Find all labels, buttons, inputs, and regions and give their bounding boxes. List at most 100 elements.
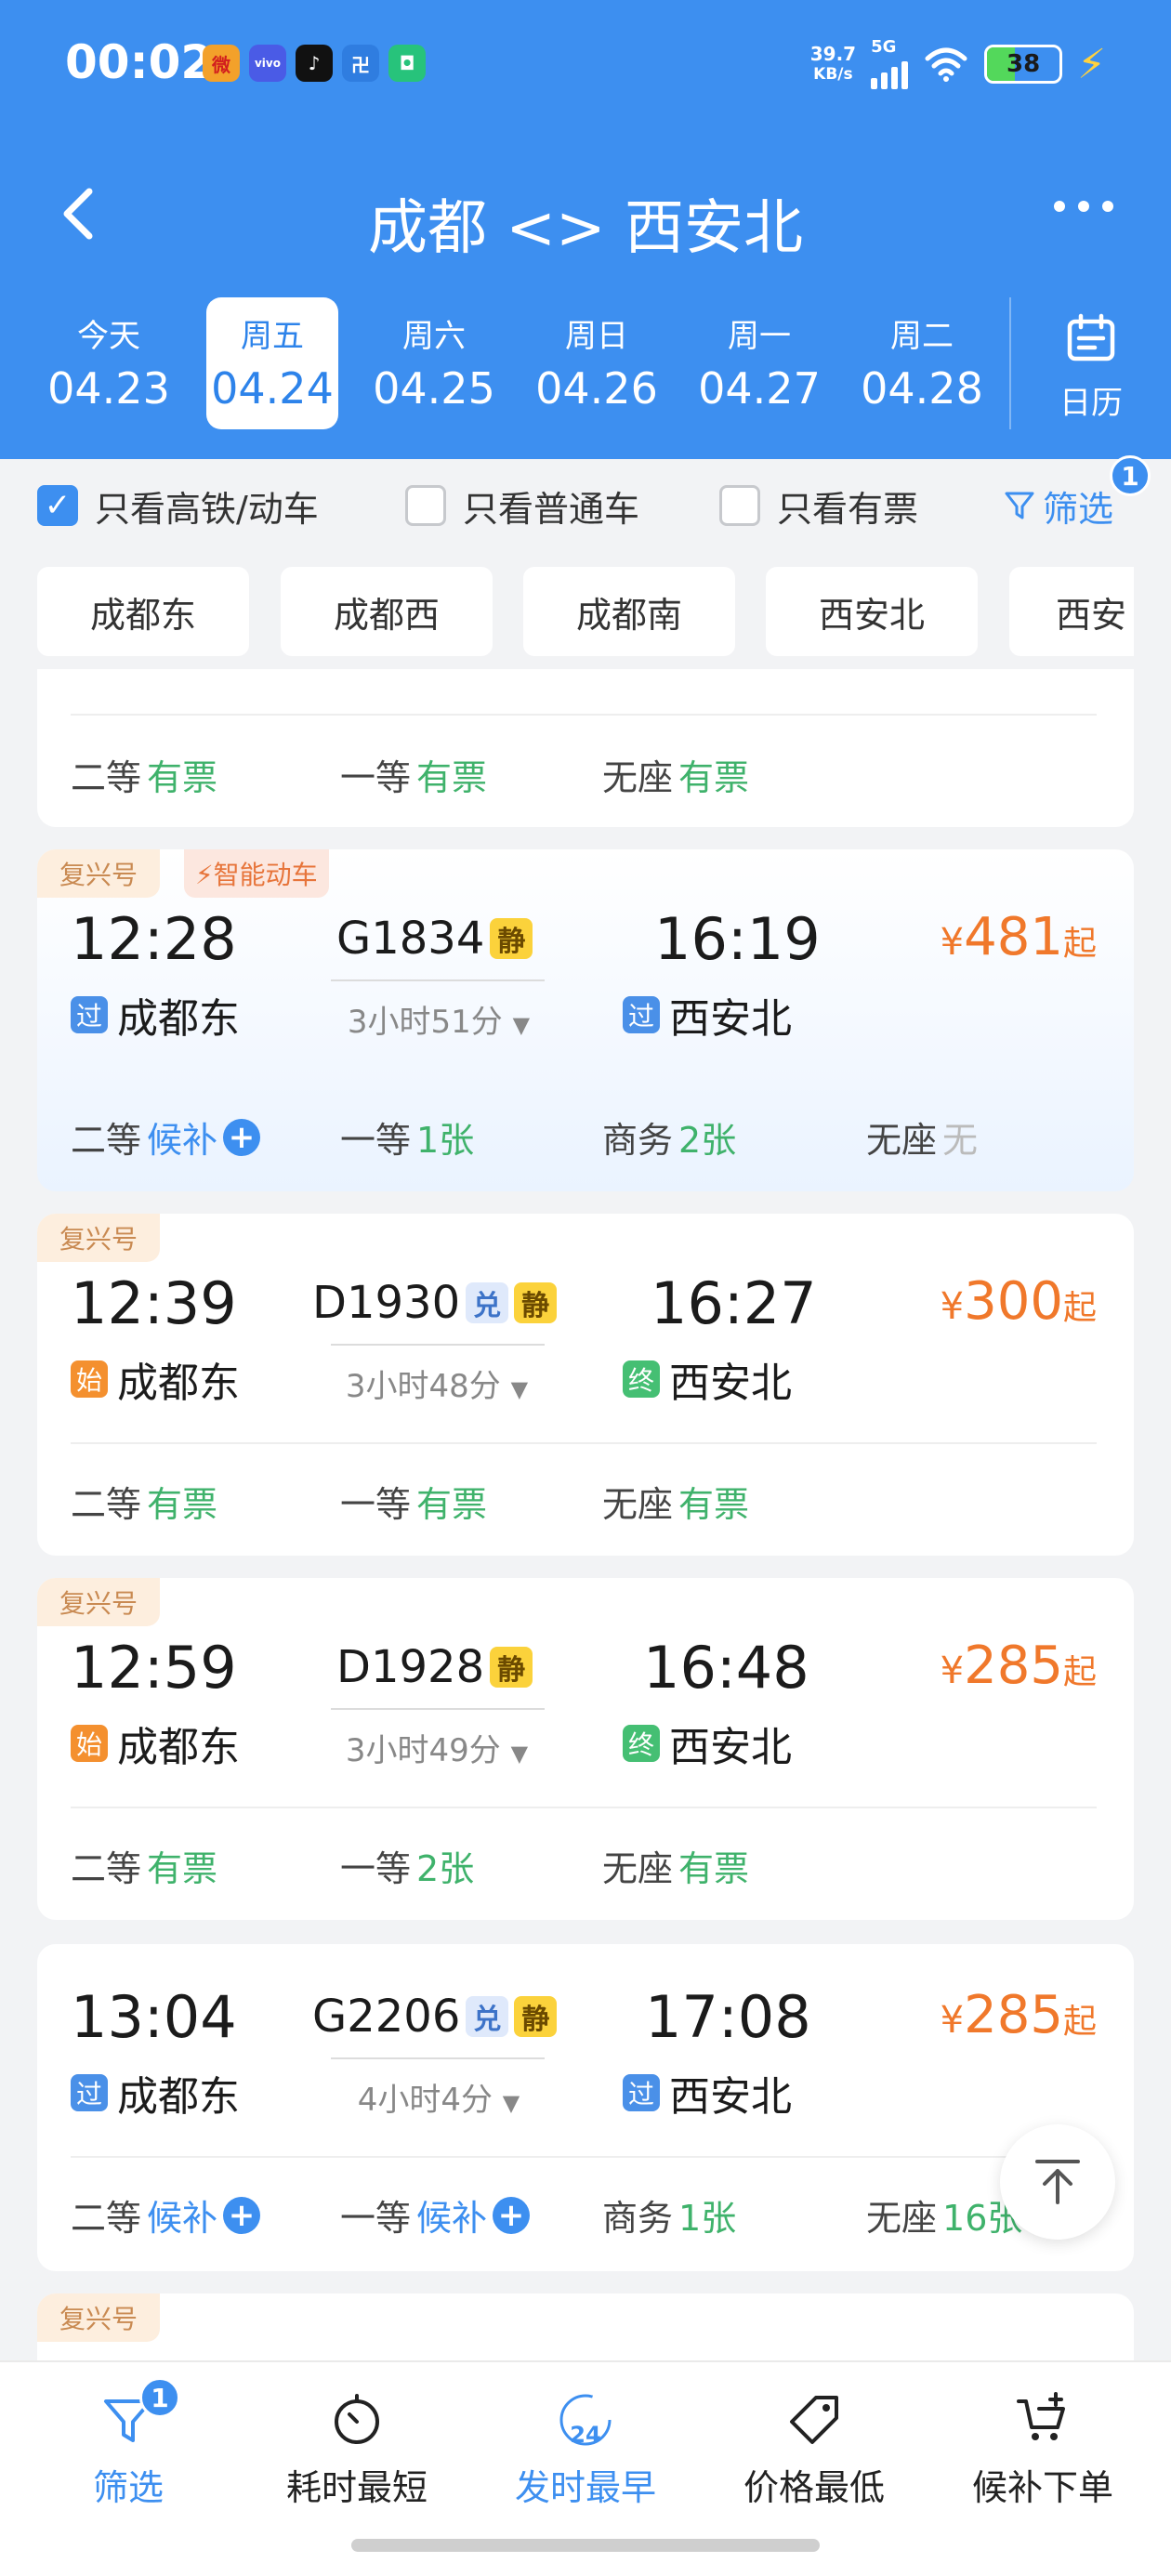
vivo-icon: vivo bbox=[249, 45, 286, 82]
arrival-station: 过西安北 bbox=[623, 985, 792, 1045]
arrival-station: 终西安北 bbox=[623, 1714, 792, 1773]
train-card-d1930[interactable]: 复兴号 12:39 始成都东 D1930 兑静 3小时48分 ▼ 16:27 终西… bbox=[37, 1214, 1134, 1556]
arrival-time: 16:48 bbox=[643, 1634, 809, 1702]
header: 00:02 微 vivo ♪ 卍 ◘ 39.7 KB/s 5G 38 ⚡ 成都 … bbox=[0, 0, 1171, 459]
departure-station: 始成都东 bbox=[71, 1714, 240, 1773]
quiet-tag: 静 bbox=[514, 1996, 558, 2037]
arrival-station: 过西安北 bbox=[623, 2063, 792, 2123]
station-chips: 成都东 成都西 成都南 西安北 西安 bbox=[37, 567, 1134, 656]
price-tag-icon bbox=[790, 2396, 838, 2444]
tab-earliest-departure[interactable]: 24 发时最早 bbox=[483, 2381, 688, 2510]
brand-tag: 复兴号 bbox=[37, 2293, 161, 2342]
filter-button[interactable]: 筛选 bbox=[1004, 480, 1113, 532]
date-item-0426[interactable]: 周日 04.26 bbox=[531, 297, 663, 429]
seat-info[interactable]: 二等 候补 + bbox=[71, 2189, 261, 2241]
station-chip[interactable]: 成都东 bbox=[37, 567, 249, 656]
cell-signal-icon: 5G bbox=[871, 39, 909, 89]
pass-tag: 过 bbox=[623, 996, 660, 1033]
seat-info[interactable]: 二等 候补 + bbox=[71, 1111, 261, 1163]
duration[interactable]: 3小时51分 ▼ bbox=[318, 996, 559, 1042]
smart-train-tag: ⚡智能动车 bbox=[184, 849, 329, 898]
seat-info: 无座 有票 bbox=[602, 1848, 750, 1889]
home-indicator bbox=[351, 2539, 820, 2552]
seat-info: 无座 有票 bbox=[602, 757, 750, 798]
seat-info: 无座无 bbox=[866, 1120, 979, 1161]
chevron-down-icon: ▼ bbox=[510, 1741, 529, 1767]
filter-row: ✓ 只看高铁/动车 只看普通车 只看有票 筛选 1 bbox=[0, 455, 1171, 552]
tab-lowest-price[interactable]: 价格最低 bbox=[712, 2381, 916, 2510]
pass-tag: 过 bbox=[623, 2074, 660, 2111]
calendar-button[interactable]: 日历 bbox=[1009, 297, 1171, 429]
filter-count-badge: 1 bbox=[1110, 455, 1151, 496]
add-waitlist-icon: + bbox=[223, 2196, 261, 2234]
filter-available[interactable]: 只看有票 bbox=[719, 480, 918, 532]
checkbox-icon[interactable] bbox=[719, 485, 760, 526]
departure-time: 12:28 bbox=[71, 905, 237, 973]
tiktok-icon: ♪ bbox=[296, 45, 333, 82]
tab-shortest-duration[interactable]: 耗时最短 bbox=[255, 2381, 459, 2510]
train-number: D1928 静 bbox=[336, 1641, 533, 1693]
train-card-next[interactable]: 复兴号 bbox=[37, 2293, 1134, 2368]
price: ¥285起 bbox=[940, 1985, 1097, 2045]
quiet-tag: 静 bbox=[514, 1282, 558, 1323]
train-card-partial[interactable]: 二等 有票 一等 有票 无座 有票 bbox=[37, 669, 1134, 827]
seat-info: 一等 有票 bbox=[340, 1484, 488, 1525]
departure-station: 始成都东 bbox=[71, 1349, 240, 1409]
more-icon[interactable] bbox=[1054, 201, 1113, 212]
exchange-tag: 兑 bbox=[466, 1282, 509, 1323]
brand-tag: 复兴号 bbox=[37, 1578, 161, 1626]
funnel-icon bbox=[1005, 492, 1034, 519]
net-speed: 39.7 KB/s bbox=[809, 43, 857, 84]
seat-info: 商务 2张 bbox=[602, 1120, 737, 1161]
date-item-0424[interactable]: 周五 04.24 bbox=[206, 297, 338, 429]
departure-time: 12:59 bbox=[71, 1634, 237, 1702]
calendar-icon bbox=[1067, 313, 1115, 361]
duration[interactable]: 3小时49分 ▼ bbox=[316, 1725, 558, 1770]
add-waitlist-icon: + bbox=[223, 1118, 261, 1156]
arrival-time: 17:08 bbox=[645, 1983, 811, 2051]
train-card-g2206[interactable]: 13:04 过成都东 G2206 兑静 4小时4分 ▼ 17:08 过西安北 ¥2… bbox=[37, 1944, 1134, 2271]
train-card-g1834[interactable]: 复兴号 ⚡智能动车 12:28 过成都东 G1834 静 3小时51分 ▼ 16:… bbox=[37, 849, 1134, 1191]
app-icon: 卍 bbox=[342, 45, 379, 82]
add-waitlist-icon: + bbox=[493, 2196, 531, 2234]
checkbox-checked-icon[interactable]: ✓ bbox=[37, 485, 78, 526]
station-chip[interactable]: 西安 bbox=[1009, 567, 1134, 656]
duration[interactable]: 3小时48分 ▼ bbox=[316, 1360, 558, 1406]
status-time: 00:02 bbox=[65, 35, 214, 89]
date-item-0428[interactable]: 周二 04.28 bbox=[856, 297, 988, 429]
chevron-down-icon: ▼ bbox=[502, 2090, 520, 2116]
seat-info: 二等 有票 bbox=[71, 757, 218, 798]
quiet-tag: 静 bbox=[490, 918, 533, 959]
seat-info[interactable]: 一等 候补 + bbox=[340, 2189, 531, 2241]
departure-time: 12:39 bbox=[71, 1269, 237, 1337]
departure-station: 过成都东 bbox=[71, 2063, 240, 2123]
filter-high-speed[interactable]: ✓ 只看高铁/动车 bbox=[37, 480, 319, 532]
scroll-to-top-button[interactable] bbox=[1000, 2124, 1115, 2240]
date-item-0425[interactable]: 周六 04.25 bbox=[368, 297, 500, 429]
station-chip[interactable]: 西安北 bbox=[766, 567, 978, 656]
station-chip[interactable]: 成都西 bbox=[281, 567, 493, 656]
departure-station: 过成都东 bbox=[71, 985, 240, 1045]
arrow-up-icon bbox=[1035, 2160, 1080, 2204]
date-item-0423[interactable]: 今天 04.23 bbox=[43, 297, 175, 429]
train-card-d1928[interactable]: 复兴号 12:59 始成都东 D1928 静 3小时49分 ▼ 16:48 终西安… bbox=[37, 1578, 1134, 1920]
seat-info: 二等 有票 bbox=[71, 1484, 218, 1525]
terminal-tag: 终 bbox=[623, 1725, 660, 1762]
seat-info: 无座 有票 bbox=[602, 1484, 750, 1525]
tab-waitlist-order[interactable]: 候补下单 bbox=[941, 2381, 1145, 2510]
charging-icon: ⚡ bbox=[1077, 40, 1106, 88]
timer-icon bbox=[335, 2394, 379, 2444]
tab-filter[interactable]: 筛选 1 bbox=[26, 2377, 230, 2510]
date-item-0427[interactable]: 周一 04.27 bbox=[693, 297, 825, 429]
arrival-station: 终西安北 bbox=[623, 1349, 792, 1409]
station-chip[interactable]: 成都南 bbox=[523, 567, 735, 656]
seat-info: 一等 1张 bbox=[340, 1120, 475, 1161]
seat-info: 无座 16张 bbox=[866, 2198, 1023, 2239]
origin-tag: 始 bbox=[71, 1360, 108, 1398]
filter-normal-train[interactable]: 只看普通车 bbox=[405, 480, 639, 532]
arrival-time: 16:19 bbox=[654, 905, 821, 973]
duration[interactable]: 4小时4分 ▼ bbox=[318, 2074, 559, 2120]
checkbox-icon[interactable] bbox=[405, 485, 446, 526]
train-number: G2206 兑静 bbox=[312, 1991, 558, 2043]
quiet-tag: 静 bbox=[490, 1647, 533, 1688]
